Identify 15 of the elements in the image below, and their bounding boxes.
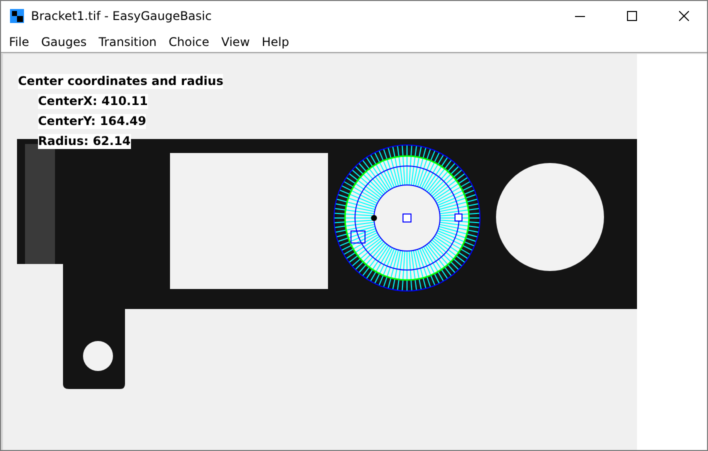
- window-title: Bracket1.tif - EasyGaugeBasic: [31, 9, 213, 23]
- measurement-text: Radius: 62.14: [38, 134, 131, 149]
- close-icon: [679, 11, 689, 21]
- menu-item[interactable]: View: [215, 34, 256, 48]
- measurement-text: CenterY: 164.49: [38, 114, 146, 129]
- menu-item[interactable]: Choice: [162, 34, 216, 48]
- circle-gauge-drawing[interactable]: [334, 144, 480, 292]
- menu-item[interactable]: Gauges: [35, 34, 93, 48]
- maximize-icon: [627, 11, 637, 21]
- app-icon: [9, 8, 25, 24]
- measurement-text: CenterX: 410.11: [38, 94, 148, 109]
- menu-item[interactable]: Help: [256, 34, 296, 48]
- overlay-title: Center coordinates and radius: [18, 74, 224, 89]
- menu-item[interactable]: Transition: [92, 34, 163, 48]
- menu-item[interactable]: File: [3, 34, 36, 48]
